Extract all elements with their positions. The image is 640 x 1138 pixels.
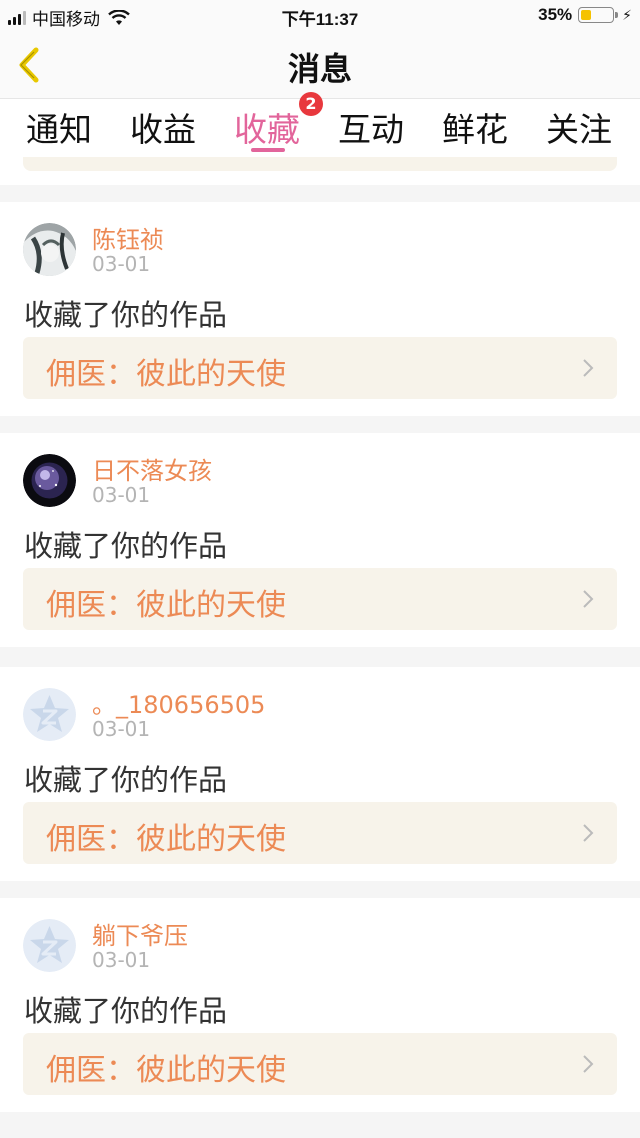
- page-title: 消息: [287, 50, 352, 88]
- work-title: 佣医：彼此的天使: [46, 357, 286, 392]
- starry-orb-avatar[interactable]: [23, 454, 76, 507]
- nav-bar: 消息: [0, 32, 640, 99]
- tab-follows[interactable]: 关注: [546, 103, 612, 151]
- favorites-badge: 2: [299, 92, 323, 116]
- username[interactable]: 。_180656505: [92, 685, 265, 720]
- work-link[interactable]: 佣医：彼此的天使: [23, 1033, 617, 1095]
- notification-date: 03-01: [92, 948, 151, 972]
- action-text: 收藏了你的作品: [24, 763, 228, 797]
- username[interactable]: 日不落女孩: [92, 451, 212, 486]
- previous-work-link-remnant: [23, 157, 617, 171]
- battery-icon: [578, 7, 619, 23]
- notification-card: 陈钰祯 03-01 收藏了你的作品 佣医：彼此的天使: [0, 202, 640, 416]
- action-text: 收藏了你的作品: [24, 298, 228, 332]
- tab-favorites[interactable]: 收藏: [234, 103, 300, 151]
- notification-date: 03-01: [92, 717, 151, 741]
- previous-card-remnant: [0, 157, 640, 185]
- tab-earnings[interactable]: 收益: [130, 103, 196, 151]
- notification-date: 03-01: [92, 252, 151, 276]
- action-text: 收藏了你的作品: [24, 994, 228, 1028]
- action-text: 收藏了你的作品: [24, 529, 228, 563]
- active-tab-indicator: [251, 148, 285, 152]
- work-link[interactable]: 佣医：彼此的天使: [23, 337, 617, 399]
- work-title: 佣医：彼此的天使: [46, 822, 286, 857]
- work-link[interactable]: 佣医：彼此的天使: [23, 802, 617, 864]
- chevron-right-icon: [583, 590, 594, 608]
- work-title: 佣医：彼此的天使: [46, 1053, 286, 1088]
- status-right: 35% ⚡: [538, 5, 632, 25]
- default-qq-avatar[interactable]: [23, 688, 76, 741]
- tab-flowers[interactable]: 鲜花: [442, 103, 508, 151]
- chevron-right-icon: [583, 359, 594, 377]
- default-qq-avatar[interactable]: [23, 919, 76, 972]
- status-bar: 中国移动 下午11:37 35% ⚡: [0, 0, 640, 32]
- work-link[interactable]: 佣医：彼此的天使: [23, 568, 617, 630]
- anime-character-avatar[interactable]: [23, 223, 76, 276]
- username[interactable]: 躺下爷压: [92, 916, 188, 951]
- notification-card: 日不落女孩 03-01 收藏了你的作品 佣医：彼此的天使: [0, 433, 640, 647]
- chevron-right-icon: [583, 1055, 594, 1073]
- username[interactable]: 陈钰祯: [92, 220, 164, 255]
- notification-card: 躺下爷压 03-01 收藏了你的作品 佣医：彼此的天使: [0, 898, 640, 1112]
- battery-percent: 35%: [538, 5, 573, 24]
- charging-bolt-icon: ⚡: [622, 6, 632, 23]
- tab-interactions[interactable]: 互动: [338, 103, 404, 151]
- chevron-right-icon: [583, 824, 594, 842]
- notification-date: 03-01: [92, 483, 151, 507]
- work-title: 佣医：彼此的天使: [46, 588, 286, 623]
- tab-notifications[interactable]: 通知: [26, 103, 92, 151]
- notification-card: 。_180656505 03-01 收藏了你的作品 佣医：彼此的天使: [0, 667, 640, 881]
- battery-level: [581, 10, 592, 20]
